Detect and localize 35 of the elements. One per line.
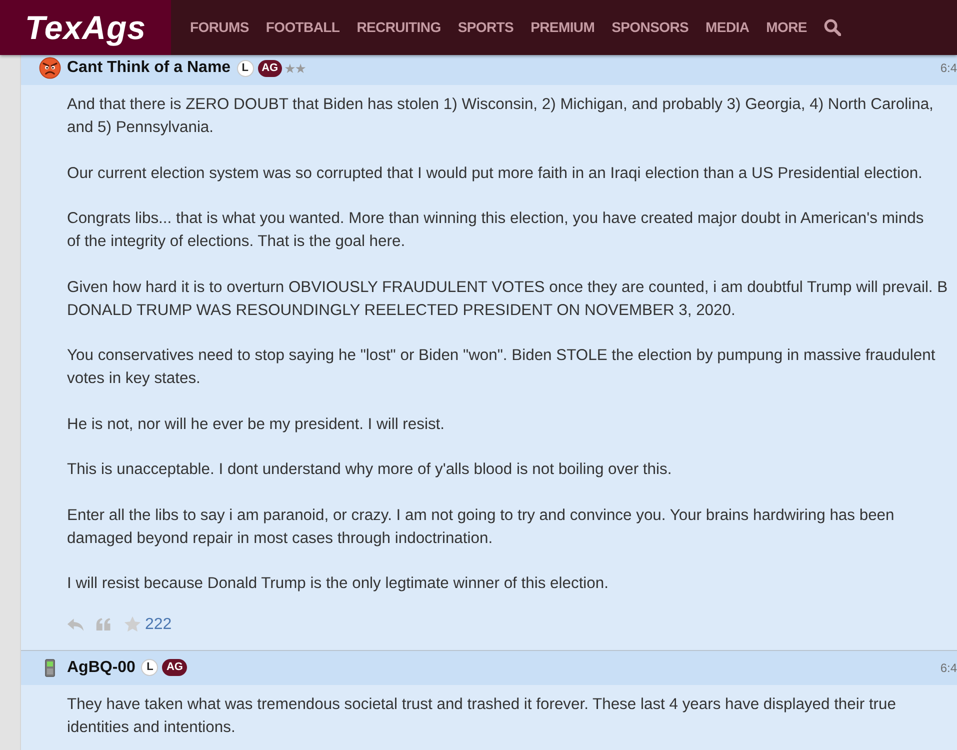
user-badge: L bbox=[236, 60, 254, 76]
post-time: 6:4 bbox=[940, 660, 957, 676]
search-icon[interactable] bbox=[824, 19, 841, 36]
post-paragraph: You conservatives need to stop saying he "lost" or Biden "won". Biden STOLE the election by pumpung in massive fraudulent votes in key states. bbox=[67, 346, 936, 389]
nav-link[interactable]: MORE bbox=[766, 17, 807, 38]
username[interactable]: AgBQ-00 bbox=[67, 656, 136, 680]
nav-link[interactable]: SPONSORS bbox=[612, 17, 689, 38]
user-badge: L bbox=[141, 659, 158, 676]
site-logo[interactable]: TexAgs bbox=[0, 0, 171, 55]
star-count[interactable]: 222 bbox=[145, 612, 172, 636]
post-paragraph: And that there is ZERO DOUBT that Biden has stolen 1) Wisconsin, 2) Michigan, and probably 3) Georgia, 4) North Carolina, and 5) Pennsylvania. bbox=[67, 95, 934, 138]
post-paragraph: Enter all the libs to say i am paranoid, or crazy. I am not going to try and convince you. Your brains hardwiring has been damaged beyond repair in most cases through indoctrination. bbox=[67, 506, 896, 548]
post-paragraph: They have taken what was tremendous societal trust and trashed it forever. These last 4 years have displayed their true identities and intentions. bbox=[67, 694, 897, 738]
post-paragraph: I will resist because Donald Trump is the only legtimate winner of this election. bbox=[67, 574, 610, 594]
post-paragraph: Given how hard it is to overturn OBVIOUSLY FRAUDULENT VOTES once they are counted, i am doubtful Trump will prevail. B DONALD TRUMP WAS RESOUNDINGLY REELECTED PRESIDENT ON NOVEMBER 3, 2020. bbox=[67, 278, 949, 320]
reply-icon[interactable] bbox=[67, 618, 84, 632]
angry-face-icon bbox=[39, 57, 61, 79]
nav-link[interactable]: SPORTS bbox=[458, 17, 514, 38]
star-icon[interactable] bbox=[124, 616, 141, 633]
quote-icon[interactable] bbox=[96, 618, 111, 631]
nav-link[interactable]: PREMIUM bbox=[530, 17, 595, 38]
nav-link[interactable]: RECRUITING bbox=[356, 17, 441, 38]
post-paragraph: This is unacceptable. I dont understand why more of y'alls blood is not boiling over this. bbox=[67, 460, 673, 480]
user-badge: AG bbox=[258, 60, 282, 76]
nav-link[interactable]: MEDIA bbox=[706, 17, 750, 38]
nav-link[interactable]: FOOTBALL bbox=[266, 17, 340, 38]
username[interactable]: Cant Think of a Name bbox=[67, 56, 231, 80]
post-paragraph: Our current election system was so corrupted that I would put more faith in an Iraqi election than a US Presidential election. bbox=[67, 164, 924, 184]
post-paragraph: He is not, nor will he ever be my president. I will resist. bbox=[67, 414, 446, 434]
phone-icon bbox=[45, 658, 55, 676]
nav-link[interactable]: FORUMS bbox=[190, 17, 249, 38]
post-paragraph: Congrats libs... that is what you wanted. More than winning this election, you have created major doubt in American's minds of the integrity of elections. That is the goal here. bbox=[67, 209, 925, 252]
post-time: 6:4 bbox=[940, 60, 957, 77]
rank-stars: ★★ bbox=[284, 60, 306, 76]
user-badge: AG bbox=[162, 659, 187, 676]
